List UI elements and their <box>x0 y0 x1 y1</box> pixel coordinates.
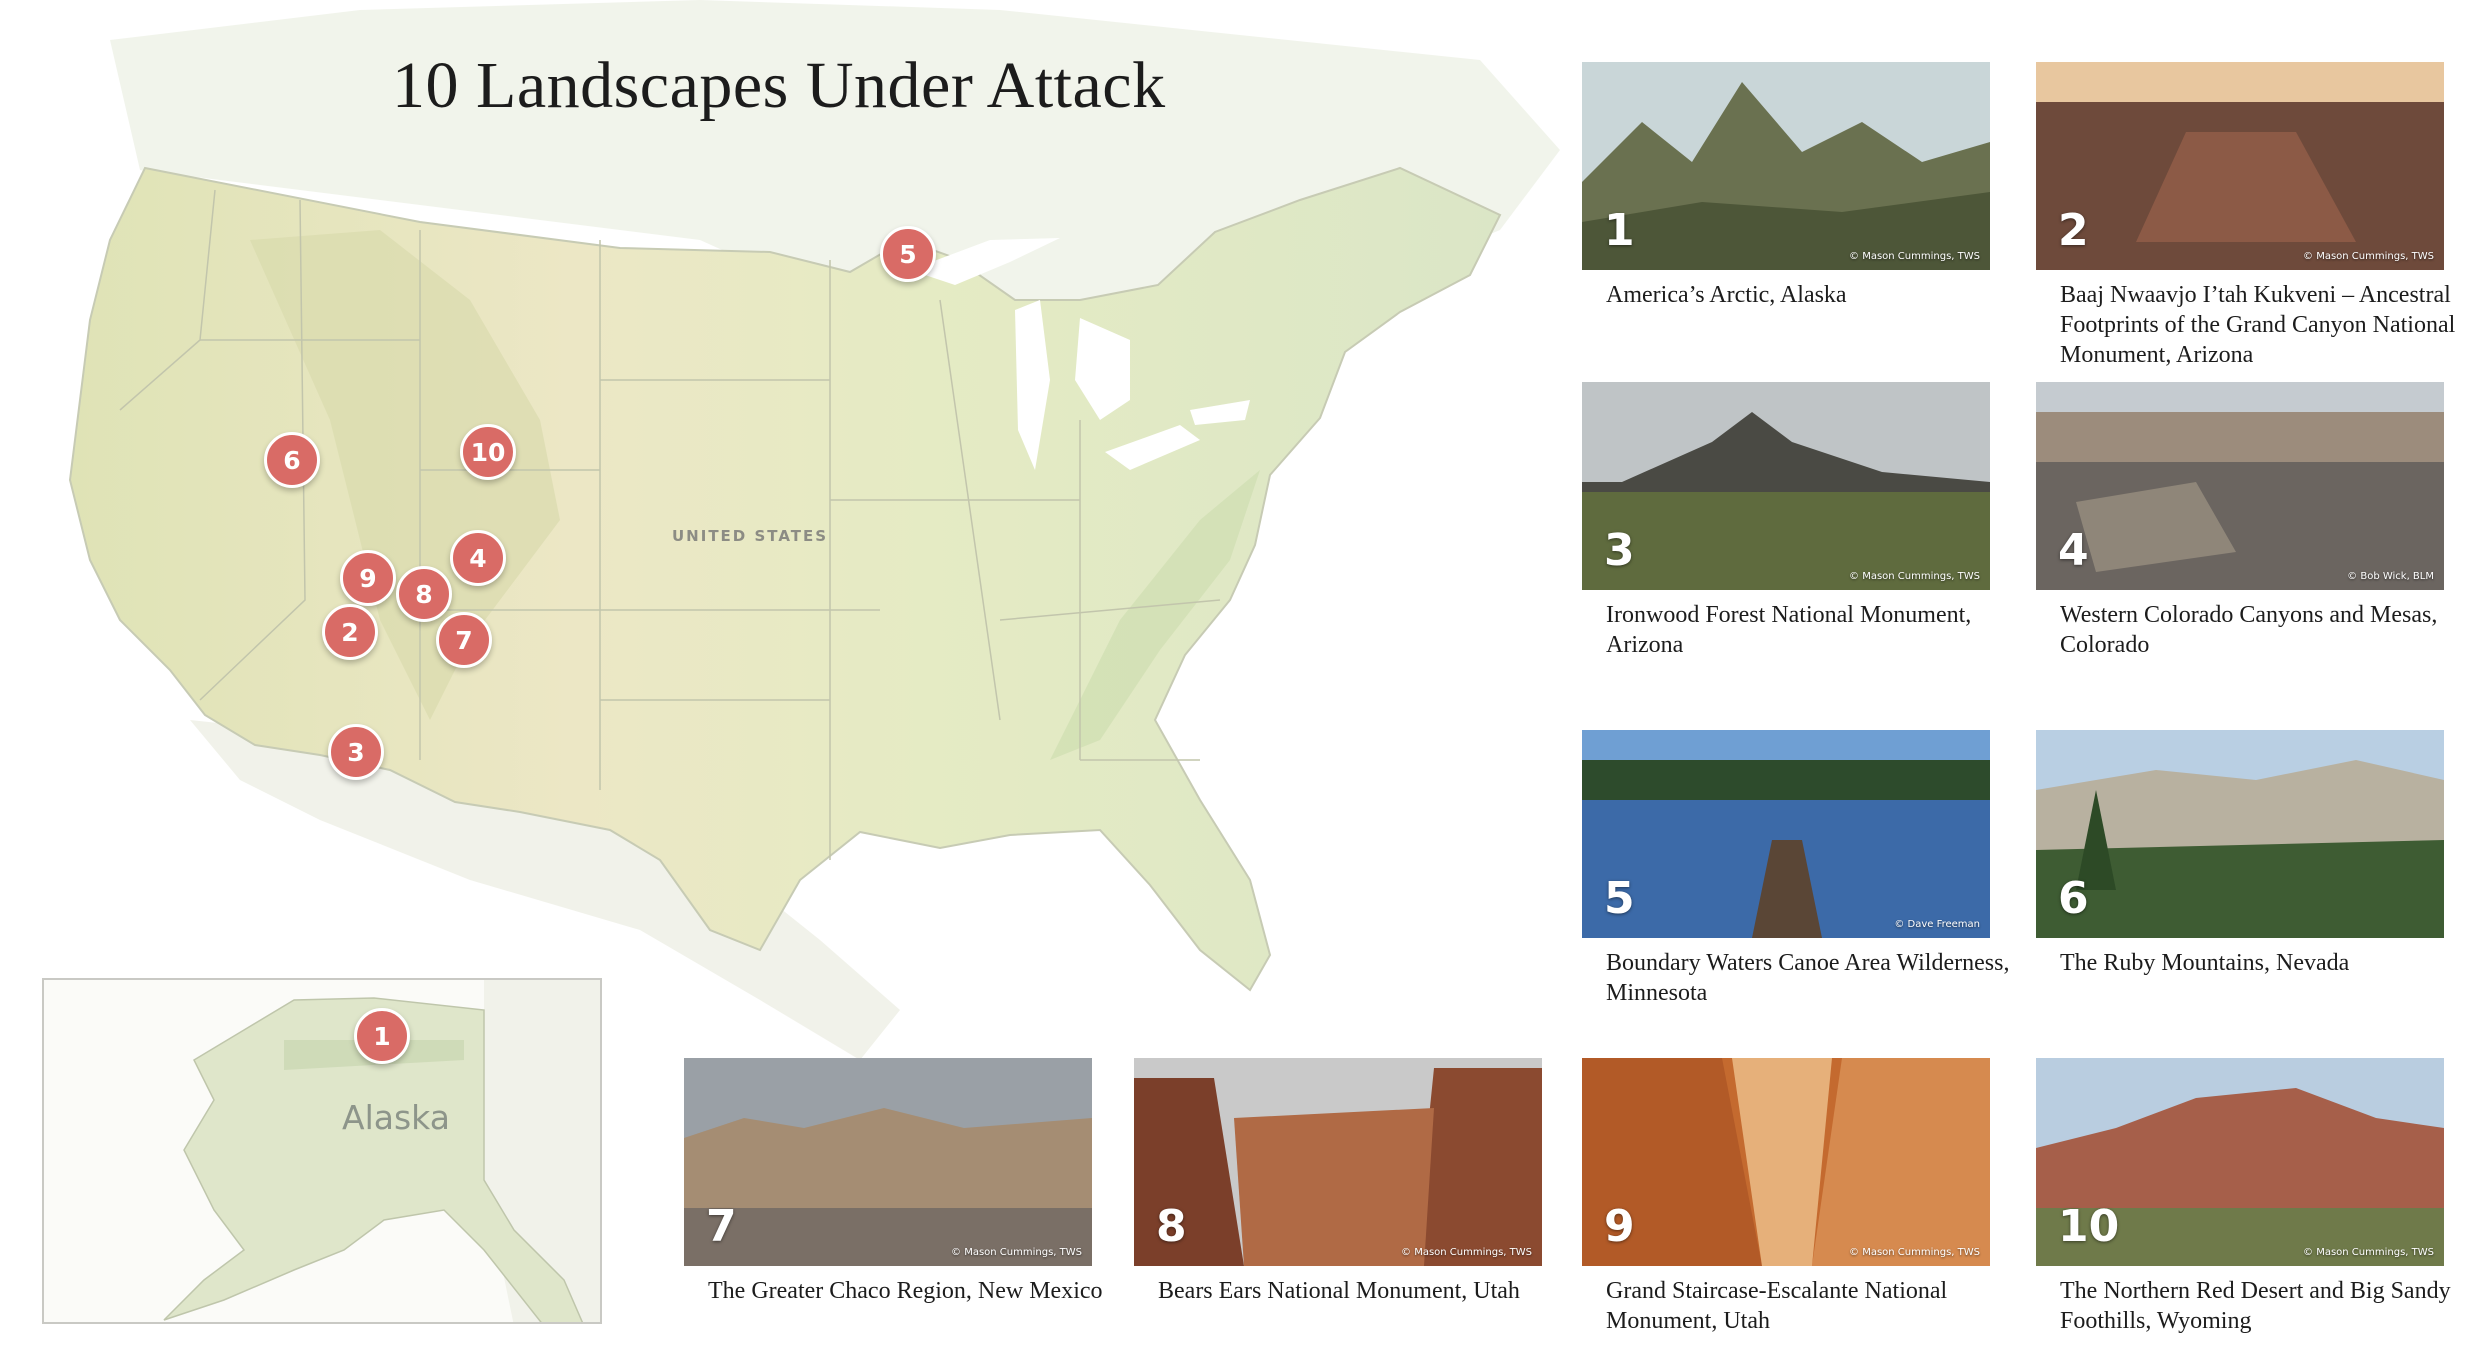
map-marker-7[interactable]: 7 <box>436 612 492 668</box>
landscape-card-10[interactable]: 10 © Mason Cummings, TWS The Northern Re… <box>2036 1058 2451 1336</box>
map-marker-4[interactable]: 4 <box>450 530 506 586</box>
alaska-map <box>163 980 600 1322</box>
photo-number: 8 <box>1156 1201 1187 1252</box>
landscape-caption: Bears Ears National Monument, Utah <box>1158 1278 1520 1304</box>
photo-number: 1 <box>1604 205 1635 256</box>
map-marker-10[interactable]: 10 <box>460 424 516 480</box>
photo-number: 10 <box>2058 1201 2120 1252</box>
landscape-caption: The Greater Chaco Region, New Mexico <box>708 1278 1103 1304</box>
photo-credit: © Dave Freeman <box>1894 919 1980 930</box>
photo-credit: © Mason Cummings, TWS <box>1849 571 1980 582</box>
landscape-caption: Ironwood Forest National Monument, Arizo… <box>1606 602 1972 658</box>
photo-credit: © Mason Cummings, TWS <box>2303 1247 2434 1258</box>
lake-photo <box>1582 730 1990 938</box>
photo-7: 7 © Mason Cummings, TWS <box>684 1058 1092 1266</box>
desert-peak-photo <box>1582 382 1990 590</box>
map-marker-2[interactable]: 2 <box>322 604 378 660</box>
photo-8: 8 © Mason Cummings, TWS <box>1134 1058 1542 1266</box>
photo-1: 1 © Mason Cummings, TWS <box>1582 62 1990 270</box>
photo-number: 6 <box>2058 873 2089 924</box>
photo-3: 3 © Mason Cummings, TWS <box>1582 382 1990 590</box>
landscape-card-3[interactable]: 3 © Mason Cummings, TWS Ironwood Forest … <box>1582 382 1990 660</box>
landscape-caption: The Northern Red Desert and Big Sandy Fo… <box>2060 1278 2451 1334</box>
photo-4: 4 © Bob Wick, BLM <box>2036 382 2444 590</box>
landscape-caption: Western Colorado Canyons and Mesas, Colo… <box>2060 602 2438 658</box>
landscape-card-1[interactable]: 1 © Mason Cummings, TWS America’s Arctic… <box>1582 62 1990 310</box>
alaska-inset: Alaska 1 <box>42 978 602 1324</box>
photo-credit: © Bob Wick, BLM <box>2347 571 2434 582</box>
landscape-card-6[interactable]: 6 The Ruby Mountains, Nevada <box>2036 730 2444 978</box>
country-label: UNITED STATES <box>672 527 829 545</box>
photo-6: 6 <box>2036 730 2444 938</box>
landscape-card-5[interactable]: 5 © Dave Freeman Boundary Waters Canoe A… <box>1582 730 2009 1008</box>
photo-credit: © Mason Cummings, TWS <box>1401 1247 1532 1258</box>
landscape-caption: Boundary Waters Canoe Area Wilderness, M… <box>1606 950 2010 1006</box>
photo-2: 2 © Mason Cummings, TWS <box>2036 62 2444 270</box>
mountain-photo <box>1582 62 1990 270</box>
photo-5: 5 © Dave Freeman <box>1582 730 1990 938</box>
photo-number: 2 <box>2058 205 2089 256</box>
ruby-mountains-photo <box>2036 730 2444 938</box>
landscape-caption: Grand Staircase-Escalante National Monum… <box>1606 1278 1948 1334</box>
landscape-caption: Baaj Nwaavjo I’tah Kukveni – Ancestral F… <box>2060 282 2456 368</box>
mesa-photo <box>2036 382 2444 590</box>
photo-9: 9 © Mason Cummings, TWS <box>1582 1058 1990 1266</box>
photo-number: 4 <box>2058 525 2089 576</box>
photo-number: 3 <box>1604 525 1635 576</box>
map-marker-5[interactable]: 5 <box>880 226 936 282</box>
landscape-card-4[interactable]: 4 © Bob Wick, BLM Western Colorado Canyo… <box>2036 382 2444 660</box>
photo-number: 7 <box>706 1201 737 1252</box>
map-marker-3[interactable]: 3 <box>328 724 384 780</box>
map-marker-8[interactable]: 8 <box>396 566 452 622</box>
photo-credit: © Mason Cummings, TWS <box>1849 1247 1980 1258</box>
photo-10: 10 © Mason Cummings, TWS <box>2036 1058 2444 1266</box>
photo-credit: © Mason Cummings, TWS <box>1849 251 1980 262</box>
slot-canyon-photo <box>1582 1058 1990 1266</box>
landscape-card-2[interactable]: 2 © Mason Cummings, TWS Baaj Nwaavjo I’t… <box>2036 62 2455 370</box>
badlands-photo <box>684 1058 1092 1266</box>
map-title: 10 Landscapes Under Attack <box>392 49 1166 122</box>
landscape-card-8[interactable]: 8 © Mason Cummings, TWS Bears Ears Natio… <box>1134 1058 1542 1306</box>
landscape-card-7[interactable]: 7 © Mason Cummings, TWS The Greater Chac… <box>684 1058 1103 1306</box>
map-marker-9[interactable]: 9 <box>340 550 396 606</box>
photo-credit: © Mason Cummings, TWS <box>951 1247 1082 1258</box>
landscape-caption: The Ruby Mountains, Nevada <box>2060 950 2350 976</box>
landscape-caption: America’s Arctic, Alaska <box>1606 282 1847 308</box>
alaska-label: Alaska <box>342 1098 450 1137</box>
photo-credit: © Mason Cummings, TWS <box>2303 251 2434 262</box>
map-marker-6[interactable]: 6 <box>264 432 320 488</box>
photo-number: 9 <box>1604 1201 1635 1252</box>
map-marker-1[interactable]: 1 <box>354 1008 410 1064</box>
canyon-photo <box>2036 62 2444 270</box>
photo-number: 5 <box>1604 873 1635 924</box>
landscape-card-9[interactable]: 9 © Mason Cummings, TWS Grand Staircase-… <box>1582 1058 1990 1336</box>
red-canyon-photo <box>1134 1058 1542 1266</box>
